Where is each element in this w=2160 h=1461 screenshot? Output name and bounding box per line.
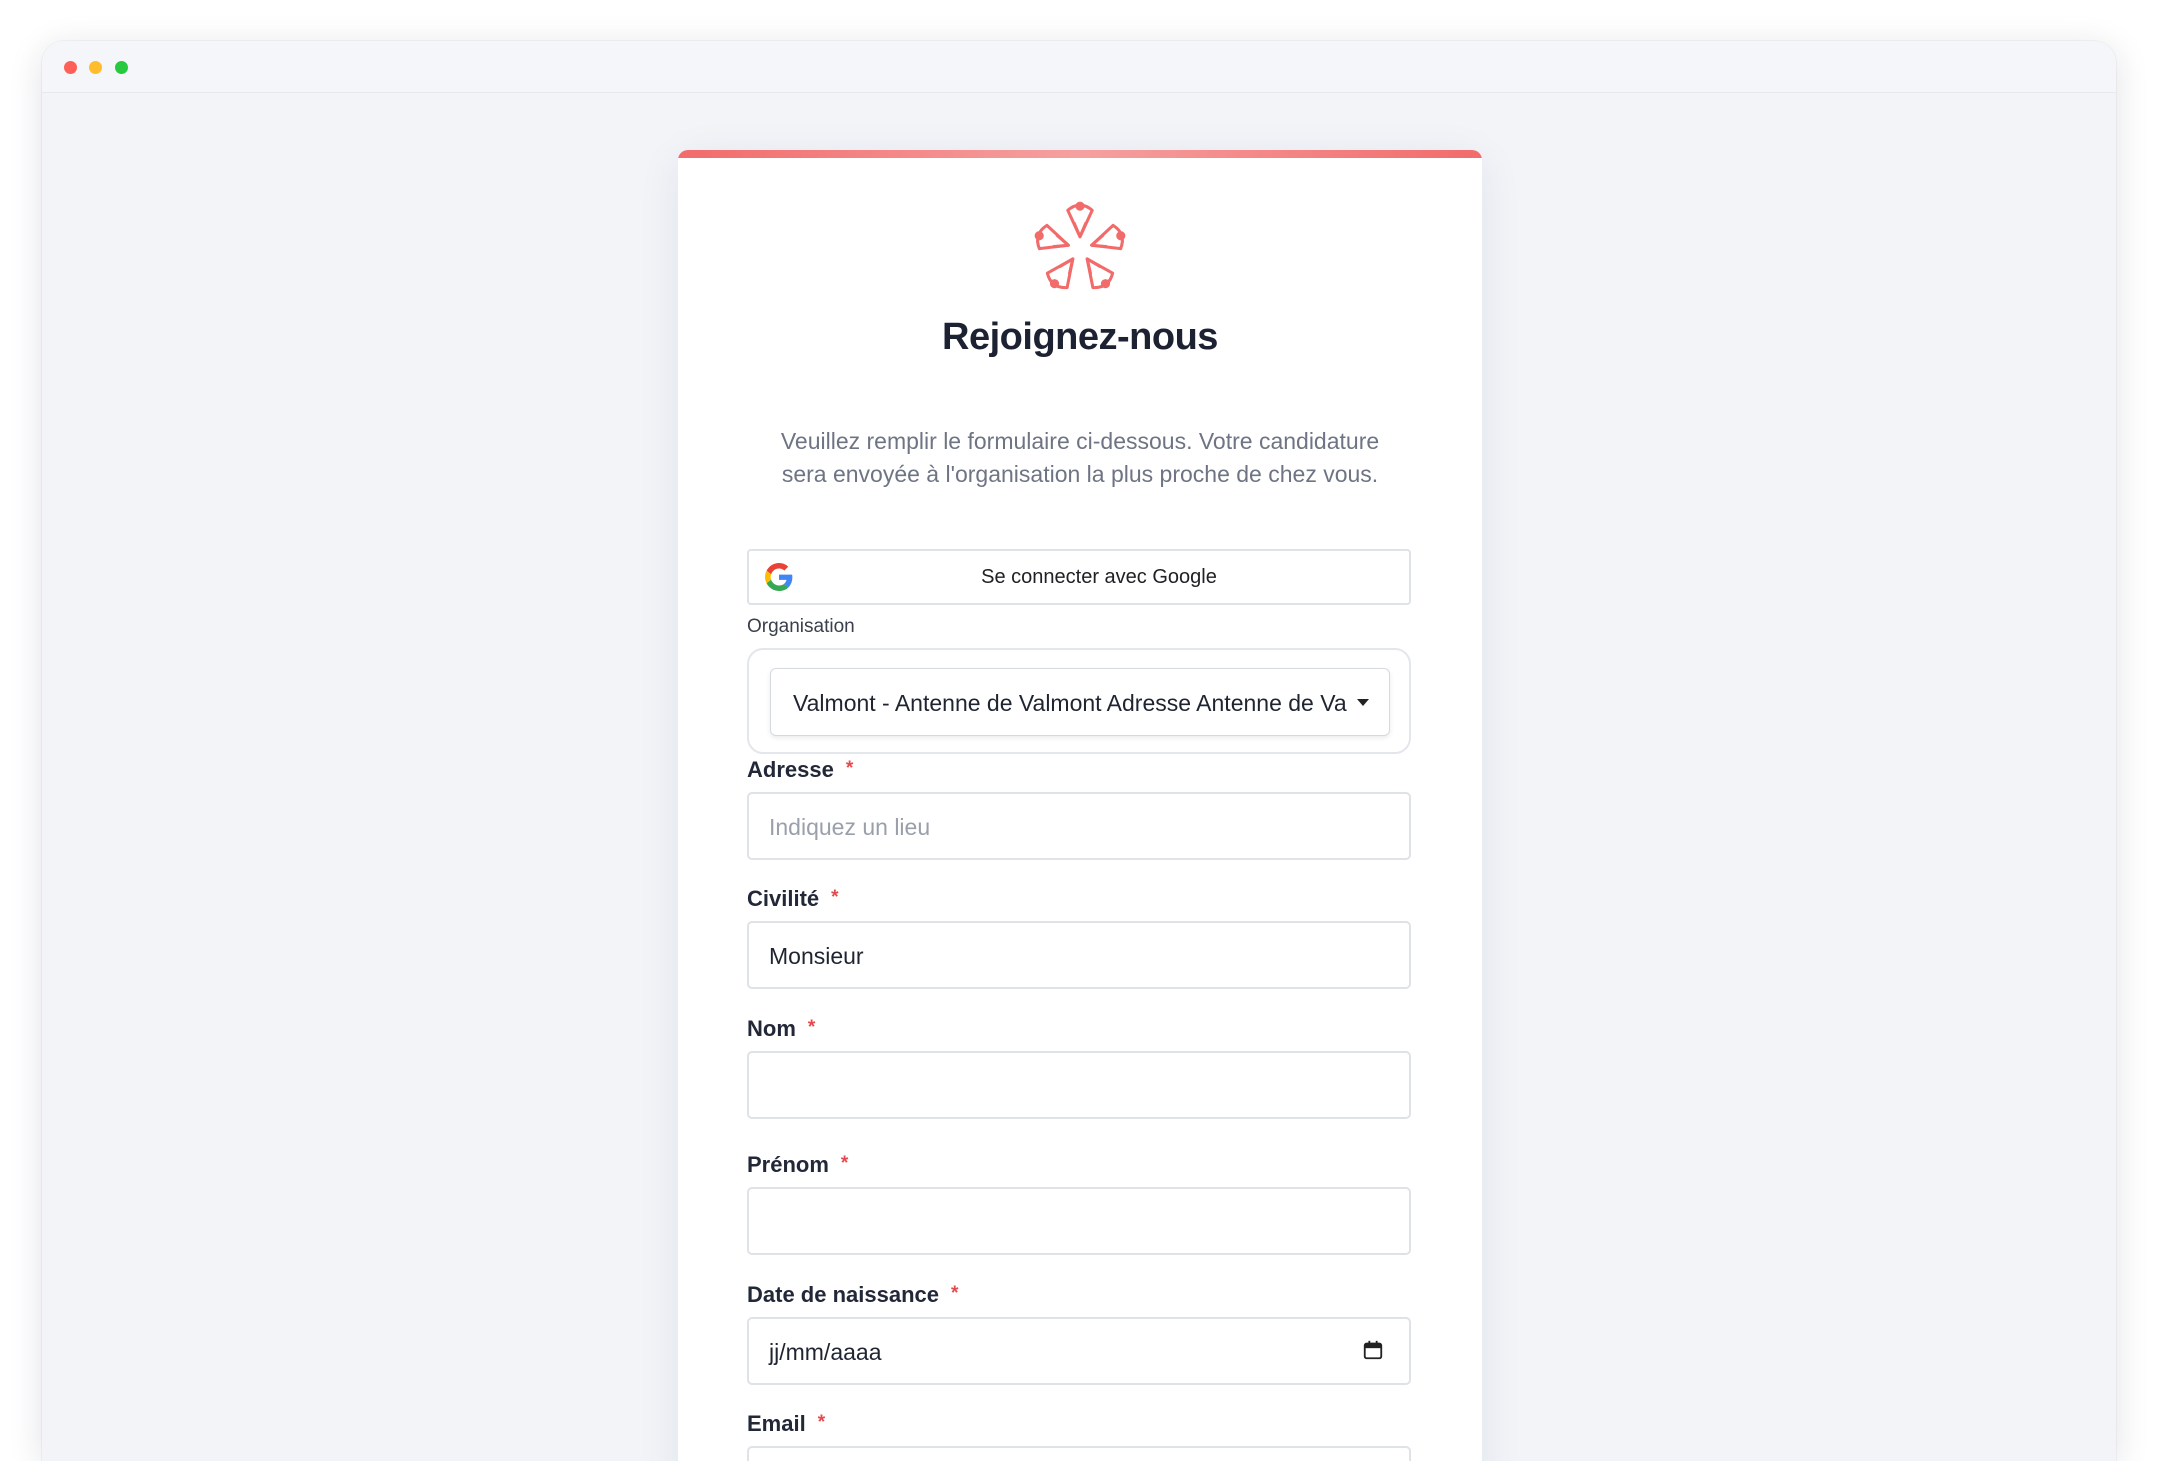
date-placeholder: jj/mm/aaaa (769, 1339, 882, 1365)
required-mark: * (831, 887, 839, 908)
required-mark: * (950, 1283, 959, 1304)
adresse-input[interactable]: Indiquez un lieu (747, 792, 1411, 860)
nom-input[interactable] (747, 1051, 1411, 1119)
window-titlebar (42, 41, 2116, 93)
google-signin-label: Se connecter avec Google (981, 566, 1217, 588)
browser-window: Rejoignez-nous Veuillez remplir le formu… (42, 41, 2116, 1461)
date-naissance-label: Date de naissance * (747, 1282, 959, 1307)
minimize-window-button[interactable] (89, 61, 102, 74)
required-mark: * (817, 1412, 826, 1433)
close-window-button[interactable] (64, 61, 77, 74)
signup-card: Rejoignez-nous Veuillez remplir le formu… (678, 150, 1482, 1461)
required-mark: * (840, 1153, 849, 1174)
calendar-icon[interactable] (1362, 1339, 1384, 1361)
card-accent-bar (678, 150, 1482, 158)
civilite-value: Monsieur (769, 943, 864, 969)
adresse-label: Adresse * (747, 757, 854, 782)
page-title: Rejoignez-nous (942, 316, 1218, 358)
email-input[interactable] (747, 1446, 1411, 1461)
form-subtitle: Veuillez remplir le formulaire ci-dessou… (780, 428, 1380, 487)
date-naissance-input[interactable]: jj/mm/aaaa (747, 1317, 1411, 1385)
google-signin-button[interactable]: Se connecter avec Google (747, 549, 1411, 605)
prenom-label: Prénom * (747, 1152, 849, 1177)
organisation-container: Valmont - Antenne de Valmont Adresse Ant… (747, 648, 1411, 754)
organisation-label: Organisation (747, 616, 855, 637)
organisation-selected-value: Valmont - Antenne de Valmont Adresse Ant… (793, 690, 1348, 716)
flower-logo-icon (1032, 201, 1128, 294)
civilite-field[interactable]: Monsieur (747, 921, 1411, 989)
nom-label: Nom * (747, 1016, 816, 1041)
organisation-select[interactable]: Valmont - Antenne de Valmont Adresse Ant… (770, 668, 1390, 736)
maximize-window-button[interactable] (115, 61, 128, 74)
email-label: Email * (747, 1411, 826, 1436)
civilite-label: Civilité * (747, 886, 839, 911)
adresse-placeholder: Indiquez un lieu (769, 814, 931, 840)
required-mark: * (807, 1017, 816, 1038)
chevron-down-icon (1357, 699, 1369, 706)
required-mark: * (845, 758, 854, 779)
prenom-input[interactable] (747, 1187, 1411, 1255)
